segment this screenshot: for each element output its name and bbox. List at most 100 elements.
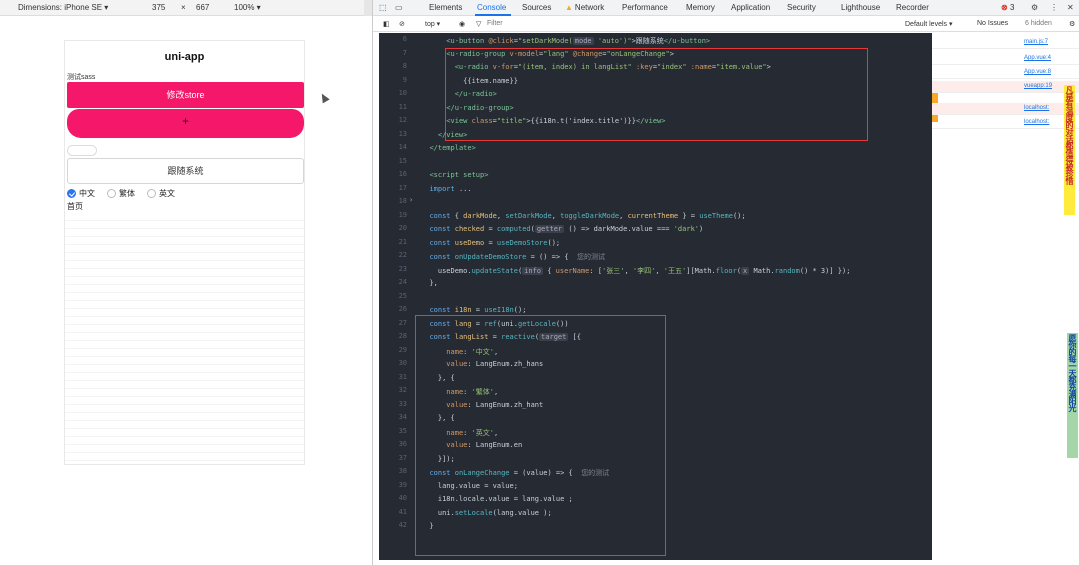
line-number: 38 xyxy=(398,467,407,475)
console-row: main.js:7 xyxy=(932,37,1079,49)
times-sign: × xyxy=(181,3,186,12)
code-line[interactable]: 29 name: '中文', xyxy=(379,346,932,360)
source-link[interactable]: main.js:7 xyxy=(1024,39,1048,45)
code-line[interactable]: 7 <u-radio-group v-model="lang" @change=… xyxy=(379,49,932,63)
context-select[interactable]: top ▾ xyxy=(425,20,440,28)
code-line[interactable]: 38 const onLangeChange = (value) => { 您的… xyxy=(379,467,932,481)
tab-security[interactable]: Security xyxy=(787,3,816,12)
device-height-input[interactable]: 667 xyxy=(196,3,209,12)
warning-icon: ▲ xyxy=(565,3,573,12)
gear-icon[interactable]: ⚙ xyxy=(1031,3,1038,12)
code-text: }, xyxy=(421,279,438,287)
code-text: value: LangEnum.zh_hant xyxy=(446,400,544,409)
device-select[interactable]: Dimensions: iPhone SE ▾ xyxy=(18,3,108,12)
code-line[interactable]: 33 value: LangEnum.zh_hant xyxy=(379,400,932,414)
code-line[interactable]: 23 useDemo.updateState(info { userName: … xyxy=(379,265,932,279)
code-line[interactable]: 34 }, { xyxy=(379,413,932,427)
code-line[interactable]: 36 value: LangEnum.en xyxy=(379,440,932,454)
line-number: 20 xyxy=(398,224,407,232)
error-counter[interactable]: ⊗ 3 xyxy=(1001,3,1014,12)
code-text: </u-radio-group> xyxy=(446,103,514,112)
source-link[interactable]: localhost: xyxy=(1024,119,1049,125)
code-line[interactable]: 41 uni.setLocale(lang.value ); xyxy=(379,508,932,522)
code-line[interactable]: 9 {{item.name}} xyxy=(379,76,932,90)
more-menu-icon[interactable]: ⋮ xyxy=(1050,3,1058,12)
code-line[interactable]: 40 i18n.locale.value = lang.value ; xyxy=(379,494,932,508)
update-store-button[interactable]: 修改store xyxy=(67,82,304,108)
code-line[interactable]: 14 </template> xyxy=(379,143,932,157)
levels-select[interactable]: Default levels ▾ xyxy=(905,20,952,28)
radio-checked-icon xyxy=(67,188,76,198)
tab-console[interactable]: Console xyxy=(477,3,506,12)
tab-application[interactable]: Application xyxy=(731,3,770,12)
tab-network[interactable]: ▲ Network xyxy=(565,3,604,12)
eye-icon[interactable]: ◉ xyxy=(459,20,465,28)
code-line[interactable]: 17 import ... xyxy=(379,184,932,198)
tab-lighthouse[interactable]: Lighthouse xyxy=(841,3,880,12)
tab-memory[interactable]: Memory xyxy=(686,3,715,12)
code-line[interactable]: 10 </u-radio> xyxy=(379,89,932,103)
code-line[interactable]: 25 xyxy=(379,292,932,306)
source-link[interactable]: App.vue:8 xyxy=(1024,69,1051,75)
code-line[interactable]: 11 </u-radio-group> xyxy=(379,103,932,117)
code-line[interactable]: 39 lang.value = value; xyxy=(379,481,932,495)
code-line[interactable]: 42 } xyxy=(379,521,932,535)
tab-elements[interactable]: Elements xyxy=(429,3,462,12)
code-text: const onUpdateDemoStore = () => { 您的测试 xyxy=(429,253,605,261)
source-link[interactable]: localhost: xyxy=(1024,105,1049,111)
code-line[interactable]: 13 </view> xyxy=(379,130,932,144)
plus-icon: + xyxy=(181,114,189,128)
code-line[interactable]: 22 const onUpdateDemoStore = () => { 您的测… xyxy=(379,251,932,265)
tab-sources[interactable]: Sources xyxy=(522,3,551,12)
sidebar-toggle-icon[interactable]: ◧ xyxy=(383,20,390,28)
code-line[interactable]: 18 xyxy=(379,197,932,211)
code-editor[interactable]: › 6 <u-button @click="setDarkMode(mode '… xyxy=(379,33,932,560)
console-settings-icon[interactable]: ⚙ xyxy=(1069,20,1075,28)
code-line[interactable]: 20 const checked = computed(getter () =>… xyxy=(379,224,932,238)
code-line[interactable]: 37 }]); xyxy=(379,454,932,468)
tab-performance[interactable]: Performance xyxy=(622,3,668,12)
error-icon: ⊗ xyxy=(1001,3,1008,12)
code-line[interactable]: 32 name: '繁体', xyxy=(379,386,932,400)
console-toolbar: ◧ ⊘ top ▾ ◉ ▽ Filter Default levels ▾ No… xyxy=(373,16,1079,32)
radio-english[interactable]: 英文 xyxy=(147,188,175,199)
code-line[interactable]: 30 value: LangEnum.zh_hans xyxy=(379,359,932,373)
code-line[interactable]: 31 }, { xyxy=(379,373,932,387)
line-number: 29 xyxy=(398,345,407,354)
device-toolbar-scrollbar[interactable] xyxy=(364,0,372,16)
follow-system-button[interactable]: 跟随系统 xyxy=(67,158,304,184)
code-line[interactable]: 8 <u-radio v-for="(item, index) in langL… xyxy=(379,62,932,76)
radio-traditional[interactable]: 繁体 xyxy=(107,188,135,199)
console-row: localhost: xyxy=(932,117,1079,129)
device-width-input[interactable]: 375 xyxy=(152,3,165,12)
dark-mode-switch-blob[interactable]: + xyxy=(67,109,304,138)
code-text: name: '英文', xyxy=(446,428,499,437)
code-line[interactable]: 6 <u-button @click="setDarkMode(mode 'au… xyxy=(379,35,932,49)
source-link[interactable]: vueapp:19 xyxy=(1024,83,1052,89)
toggle-switch[interactable] xyxy=(67,145,97,156)
inspect-icon[interactable]: ⬚ xyxy=(379,3,387,12)
devtools-panel: ⬚ ▭ Elements Console Sources ▲ Network Pe… xyxy=(372,0,1079,565)
source-link[interactable]: App.vue:4 xyxy=(1024,55,1051,61)
code-line[interactable]: 24 }, xyxy=(379,278,932,292)
line-number: 10 xyxy=(398,89,407,97)
code-line[interactable]: 15 xyxy=(379,157,932,171)
code-line[interactable]: 16 <script setup> xyxy=(379,170,932,184)
code-line[interactable]: 27 const lang = ref(uni.getLocale()) xyxy=(379,319,932,333)
code-line[interactable]: 12 <view class="title">{{i18n.t('index.t… xyxy=(379,116,932,130)
code-line[interactable]: 35 name: '英文', xyxy=(379,427,932,441)
code-line[interactable]: 21 const useDemo = useDemoStore(); xyxy=(379,238,932,252)
close-icon[interactable]: ✕ xyxy=(1067,3,1074,12)
issues-button[interactable]: No Issues xyxy=(977,20,1008,27)
zoom-select[interactable]: 100% ▾ xyxy=(234,3,261,12)
device-toggle-icon[interactable]: ▭ xyxy=(395,3,403,12)
code-line[interactable]: 28 const langList = reactive(target [{ xyxy=(379,332,932,346)
line-number: 31 xyxy=(398,372,407,381)
filter-input[interactable]: Filter xyxy=(487,20,503,27)
sass-test-label: 测试sass xyxy=(67,74,96,81)
clear-console-icon[interactable]: ⊘ xyxy=(399,20,405,28)
radio-chinese[interactable]: 中文 xyxy=(67,188,95,199)
code-line[interactable]: 26 const i18n = useI18n(); xyxy=(379,305,932,319)
code-line[interactable]: 19 const { darkMode, setDarkMode, toggle… xyxy=(379,211,932,225)
tab-recorder[interactable]: Recorder xyxy=(896,3,929,12)
